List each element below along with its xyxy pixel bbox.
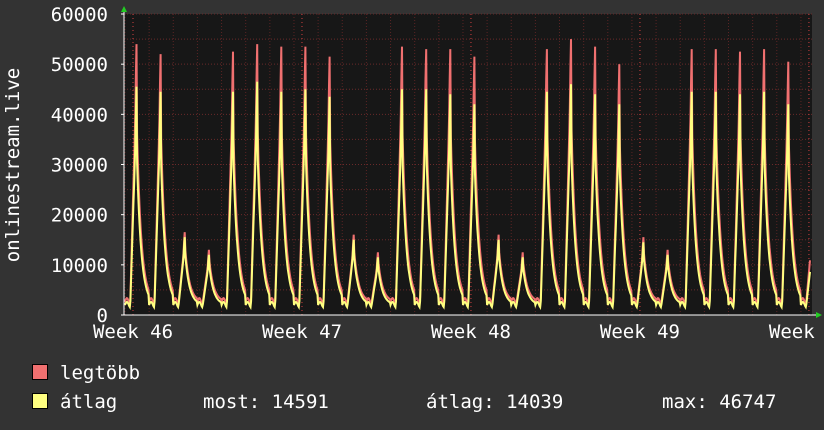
y-tick-label: 60000 xyxy=(51,4,108,26)
x-axis-arrow xyxy=(816,312,822,318)
y-axis-arrow xyxy=(121,6,127,12)
legend-swatch-avg xyxy=(32,393,48,409)
y-tick-label: 30000 xyxy=(51,155,108,177)
y-tick-label: 40000 xyxy=(51,104,108,126)
y-tick-label: 10000 xyxy=(51,255,108,277)
legend-label-avg: átlag xyxy=(60,391,118,413)
x-tick-label: Week 46 xyxy=(93,321,173,343)
stat-max: max: 46747 xyxy=(662,391,777,413)
legend-item-max: legtöbb xyxy=(32,362,140,384)
stat-current: most: 14591 xyxy=(203,391,329,413)
legend-item-avg: átlag xyxy=(32,391,117,413)
legend-swatch-max xyxy=(32,364,48,380)
x-tick-label: Week 48 xyxy=(431,321,511,343)
y-axis-label: onlinestream.live xyxy=(2,68,24,262)
stat-average: átlag: 14039 xyxy=(426,391,564,413)
x-tick-label: Week 49 xyxy=(600,321,680,343)
legend-label-max: legtöbb xyxy=(60,362,141,384)
y-tick-label: 50000 xyxy=(51,54,108,76)
x-tick-label: Week 47 xyxy=(262,321,342,343)
chart-svg: 0100002000030000400005000060000Week 46 We… xyxy=(2,4,824,343)
x-tick-label: Week 50 xyxy=(769,321,824,343)
y-tick-label: 20000 xyxy=(51,205,108,227)
